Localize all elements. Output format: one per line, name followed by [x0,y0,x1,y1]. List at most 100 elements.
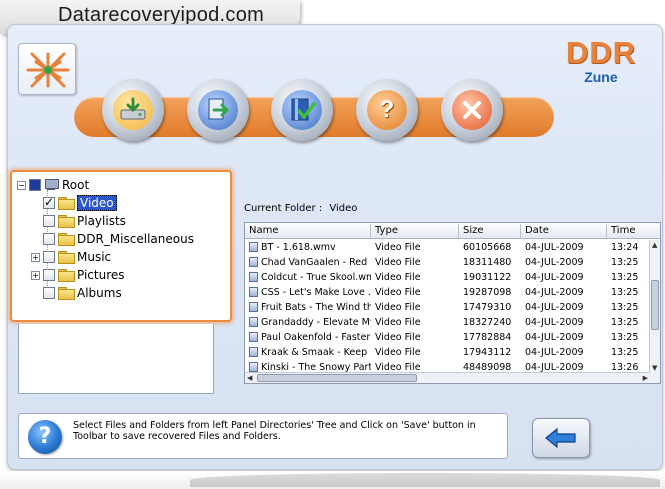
save-to-drive-icon [113,90,153,130]
directory-tree: − Root Video Playlists DDR_Miscellaneous… [17,176,194,302]
collapse-icon[interactable]: − [17,180,26,190]
help-button[interactable]: ? [356,79,418,141]
table-row[interactable]: Paul Oakenfold - Faster ... Video File 177… [245,330,650,345]
table-row[interactable]: Chad VanGaalen - Red ... Video File 183114… [245,255,650,270]
table-cell-type: Video File [371,240,459,255]
table-cell-date: 04-JUL-2009 [521,255,607,270]
exit-button[interactable] [441,79,503,141]
tree-item-pictures[interactable]: + Pictures [17,266,194,284]
table-cell-size: 17479310 [459,300,521,315]
video-file-icon [249,317,258,327]
table-cell-name: Grandaddy - Elevate My... [245,315,371,330]
vertical-scroll-thumb[interactable] [651,280,659,330]
cell-text: 17479310 [463,302,512,313]
table-cell-time: 13:25 [607,255,651,270]
computer-icon [44,179,59,191]
cell-text: 04-JUL-2009 [525,317,584,328]
root-checkbox[interactable] [29,179,41,191]
starburst-logo-icon [26,52,70,88]
table-cell-size: 60105668 [459,240,521,255]
video-file-icon [249,257,258,267]
expand-icon[interactable]: + [31,252,40,262]
table-row[interactable]: Kraak & Smaak - Keep ... Video File 179431… [245,345,650,360]
table-cell-time: 13:25 [607,300,651,315]
table-cell-name: BT - 1.618.wmv [245,240,371,255]
save-button[interactable] [102,79,164,141]
cell-text: 13:25 [611,317,639,328]
cell-text: 13:25 [611,257,639,268]
tree-item-music[interactable]: + Music [17,248,194,266]
table-cell-type: Video File [371,300,459,315]
albums-checkbox[interactable] [43,287,55,299]
column-header-name[interactable]: Name [245,224,371,238]
cell-text: Video File [375,347,421,358]
video-file-icon [249,302,258,312]
cell-text: 04-JUL-2009 [525,242,584,253]
tree-root[interactable]: − Root [17,176,194,194]
cell-text: 13:25 [611,332,639,343]
tree-item-label: Playlists [77,214,126,228]
current-folder-label: Current Folder : [244,203,323,214]
table-cell-date: 04-JUL-2009 [521,270,607,285]
cell-text: 17782884 [463,332,512,343]
cell-text: 04-JUL-2009 [525,302,584,313]
recover-button[interactable] [187,79,249,141]
cell-text: Video File [375,332,421,343]
table-cell-type: Video File [371,255,459,270]
table-cell-size: 17943112 [459,345,521,360]
tree-root-label: Root [62,178,90,192]
table-row[interactable]: CSS - Let's Make Love ... Video File 19287… [245,285,650,300]
table-cell-name: CSS - Let's Make Love ... [245,285,371,300]
table-cell-time: 13:24 [607,240,651,255]
pictures-checkbox[interactable] [43,269,55,281]
video-file-icon [249,332,258,342]
folder-icon [58,287,75,300]
recover-arrow-icon [198,90,238,130]
vertical-scrollbar[interactable]: ▲ ▼ [649,240,660,383]
back-button[interactable] [532,418,590,458]
playlists-checkbox[interactable] [43,215,55,227]
table-cell-type: Video File [371,285,459,300]
tree-item-video[interactable]: Video [17,194,194,212]
column-header-type[interactable]: Type [371,224,459,238]
tree-item-albums[interactable]: Albums [17,284,194,302]
verify-button[interactable] [271,79,333,141]
column-header-time[interactable]: Time [607,224,660,238]
cell-text: Video File [375,317,421,328]
tree-item-label: Albums [77,286,122,300]
table-cell-size: 19031122 [459,270,521,285]
music-checkbox[interactable] [43,251,55,263]
brand: DDR Zune [566,35,636,85]
table-row[interactable]: Fruit Bats - The Wind th... Video File 174… [245,300,650,315]
table-cell-size: 17782884 [459,330,521,345]
table-cell-size: 18327240 [459,315,521,330]
table-cell-time: 13:25 [607,285,651,300]
cell-text: Kraak & Smaak - Keep ... [261,347,371,358]
cell-text: 13:25 [611,302,639,313]
table-cell-time: 13:25 [607,270,651,285]
horizontal-scrollbar[interactable]: ◀ ▶ [245,372,650,383]
brand-product: Zune [584,69,618,85]
tree-item-ddr-miscellaneous[interactable]: DDR_Miscellaneous [17,230,194,248]
table-row[interactable]: BT - 1.618.wmv Video File 60105668 04-JUL-2… [245,240,650,255]
tree-item-playlists[interactable]: Playlists [17,212,194,230]
table-row[interactable]: Grandaddy - Elevate My... Video File 18327… [245,315,650,330]
cell-text: 17943112 [463,347,512,358]
back-arrow-icon [545,427,576,449]
column-header-size[interactable]: Size [459,224,521,238]
expand-icon[interactable]: + [31,270,40,280]
status-bar: ? Select Files and Folders from left Pan… [18,413,508,459]
cell-text: Fruit Bats - The Wind th... [261,302,371,313]
horizontal-scroll-thumb[interactable] [257,374,417,382]
cell-text: 04-JUL-2009 [525,347,584,358]
file-list[interactable]: Name Type Size Date Time BT - 1.618.wmv V… [244,222,661,384]
cell-text: 19031122 [463,272,512,283]
table-row[interactable]: Coldcut - True Skool.wmv Video File 190311… [245,270,650,285]
cell-text: Video File [375,257,421,268]
cell-text: Chad VanGaalen - Red ... [261,257,371,268]
video-checkbox[interactable] [43,195,55,209]
cell-text: 18327240 [463,317,512,328]
folder-icon [58,197,75,210]
column-header-date[interactable]: Date [521,224,607,238]
ddr-miscellaneous-checkbox[interactable] [43,233,55,245]
